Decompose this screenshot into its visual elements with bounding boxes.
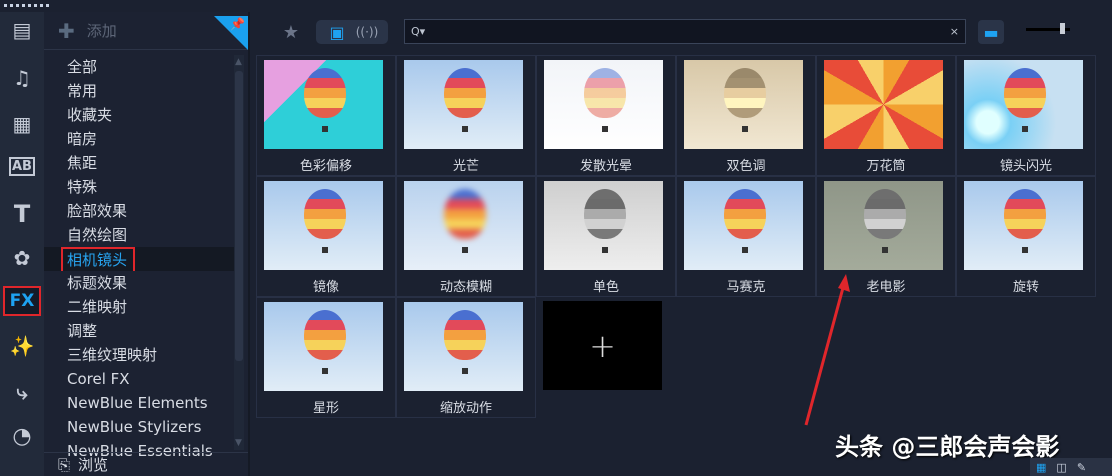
bottom-view-icons: ▦ ◫ ✎ <box>1030 458 1112 476</box>
split-view-icon[interactable]: ◫ <box>1056 461 1066 474</box>
watermark: 头条 @三郎会声会影 <box>835 433 1060 461</box>
edit-icon[interactable]: ✎ <box>1077 461 1086 474</box>
annotation-arrow <box>804 274 850 426</box>
library-view-icon[interactable]: ▦ <box>1036 461 1046 474</box>
